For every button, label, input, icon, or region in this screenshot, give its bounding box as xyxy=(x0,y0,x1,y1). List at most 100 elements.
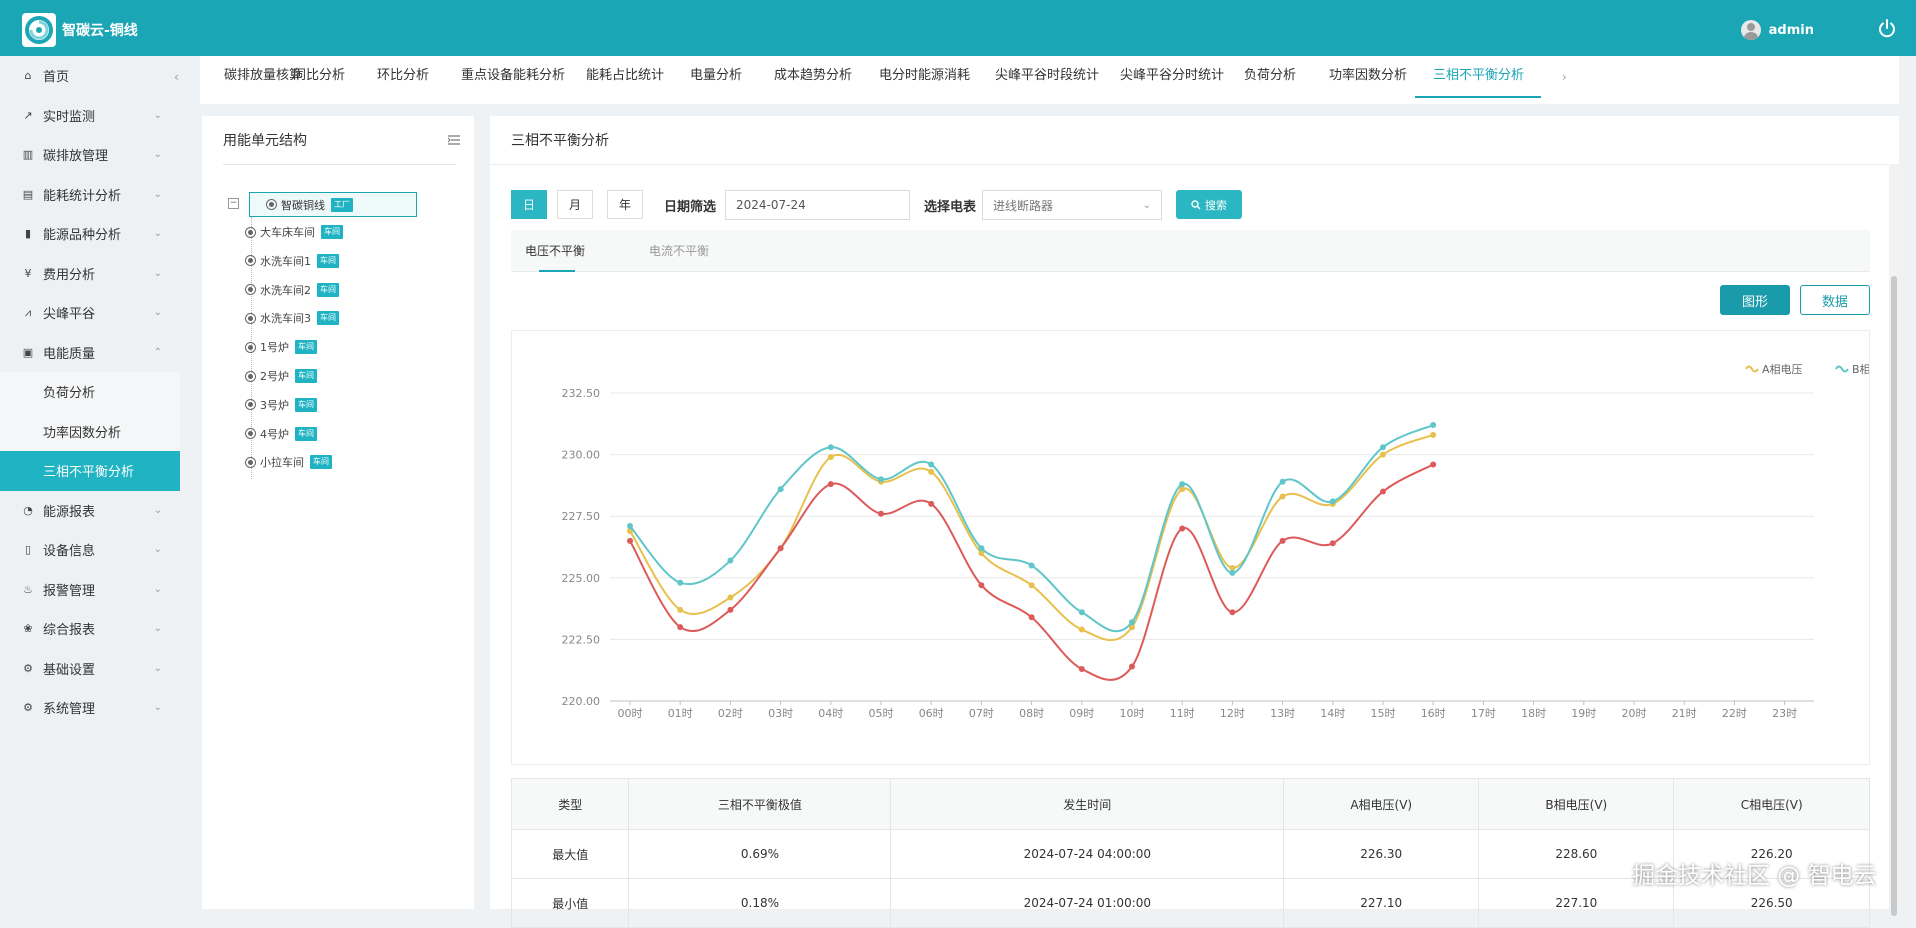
data-point xyxy=(777,545,784,552)
sidebar-item-label: 费用分析 xyxy=(43,267,96,283)
period-year-button[interactable]: 年 xyxy=(607,190,643,219)
sidebar-subitem-1[interactable]: 负荷分析 xyxy=(0,372,180,412)
search-button[interactable]: 搜索 xyxy=(1176,190,1242,219)
data-point xyxy=(727,594,734,601)
sidebar-item-8[interactable]: ▣ 电能质量 ⌃ xyxy=(0,333,180,373)
x-tick-label: 04时 xyxy=(818,707,843,720)
data-view-button[interactable]: 数据 xyxy=(1800,285,1870,315)
tab-10[interactable]: 尖峰平谷分时统计 xyxy=(1120,56,1224,104)
period-month-button[interactable]: 月 xyxy=(557,190,593,219)
x-tick-label: 07时 xyxy=(969,707,994,720)
chart-view-button[interactable]: 图形 xyxy=(1720,285,1790,315)
stats-icon: ▤ xyxy=(22,187,34,201)
scrollbar[interactable] xyxy=(1889,164,1899,916)
tree-node[interactable]: 大车床车间 车间 xyxy=(245,224,343,240)
data-point xyxy=(1430,431,1437,438)
sidebar-item-4[interactable]: ▤ 能耗统计分析 ⌄ xyxy=(0,175,180,215)
data-point xyxy=(727,557,734,564)
sidebar-subitem-2[interactable]: 功率因数分析 xyxy=(0,411,180,451)
table-cell: 2024-07-24 01:00:00 xyxy=(890,878,1285,928)
tree-node[interactable]: 水洗车间1 车间 xyxy=(245,253,339,269)
tab-4[interactable]: 重点设备能耗分析 xyxy=(461,56,565,104)
tab-8[interactable]: 电分时能源消耗 xyxy=(879,56,970,104)
tab-voltage-imbalance[interactable]: 电压不平衡 xyxy=(525,242,585,259)
sidebar-item-3[interactable]: ▥ 碳排放管理 ⌄ xyxy=(0,135,180,175)
x-tick-label: 06时 xyxy=(919,707,944,720)
sidebar-item-5[interactable]: ⚙ 基础设置 ⌄ xyxy=(0,649,180,689)
data-point xyxy=(1028,614,1035,621)
legend-swatch xyxy=(1835,365,1849,373)
tab-12[interactable]: 功率因数分析 xyxy=(1329,56,1407,104)
scrollbar-thumb[interactable] xyxy=(1891,276,1897,916)
tab-7[interactable]: 成本趋势分析 xyxy=(774,56,852,104)
tree-node[interactable]: 小拉车间 车间 xyxy=(245,454,332,470)
tab-6[interactable]: 电量分析 xyxy=(690,56,742,104)
sidebar-item-label: 能源报表 xyxy=(43,504,96,520)
data-point xyxy=(827,481,834,488)
date-input[interactable]: 2024-07-24 xyxy=(725,190,910,220)
extreme-values-table: 类型 三相不平衡极值 发生时间 A相电压(V) B相电压(V) C相电压(V) 最大值 0.… xyxy=(510,778,1870,928)
alarm-icon: ♨ xyxy=(23,582,33,596)
main-panel: 三相不平衡分析 日 月 年 日期筛选 2024-07-24 选择电表 进线断路器… xyxy=(490,116,1899,928)
sidebar-item-2[interactable]: ▯ 设备信息 ⌄ xyxy=(0,530,180,570)
collapse-menu-icon[interactable] xyxy=(447,134,460,145)
user-menu[interactable]: admin xyxy=(1740,20,1814,40)
data-point xyxy=(727,606,734,613)
tab-current-imbalance[interactable]: 电流不平衡 xyxy=(649,242,709,259)
node-type-badge: 车间 xyxy=(310,455,332,470)
top-header: 智碳云-铜线 admin xyxy=(0,0,1916,56)
tab-11[interactable]: 负荷分析 xyxy=(1244,56,1296,104)
node-type-badge: 车间 xyxy=(295,397,317,412)
sidebar-item-6[interactable]: ⚙ 系统管理 ⌄ xyxy=(0,688,180,728)
x-tick-label: 18时 xyxy=(1521,707,1546,720)
tree-root-node[interactable]: 智碳铜线 工厂 xyxy=(249,192,417,217)
tab-5[interactable]: 能耗占比统计 xyxy=(586,56,664,104)
tab-scroll-left-icon[interactable]: ‹ xyxy=(174,70,179,84)
sidebar-item-5[interactable]: ▮ 能源品种分析 ⌄ xyxy=(0,214,180,254)
chevron-down-icon: ⌄ xyxy=(153,623,162,634)
chevron-down-icon: ⌄ xyxy=(153,228,162,239)
tree-node[interactable]: 水洗车间3 车间 xyxy=(245,310,339,326)
x-tick-label: 11时 xyxy=(1170,707,1195,720)
sidebar-item-7[interactable]: ⩘ 尖峰平谷 ⌄ xyxy=(0,293,180,333)
tab-scroll-right-icon[interactable]: › xyxy=(1562,70,1567,84)
chevron-down-icon: ⌄ xyxy=(153,109,162,121)
sidebar-subitem-3[interactable]: 三相不平衡分析 xyxy=(0,451,180,491)
x-tick-label: 09时 xyxy=(1069,707,1094,720)
chevron-down-icon: ⌄ xyxy=(153,544,162,555)
date-filter-label: 日期筛选 xyxy=(664,200,717,215)
x-tick-label: 02时 xyxy=(718,707,743,720)
sidebar-item-label: 设备信息 xyxy=(43,544,96,560)
data-point xyxy=(1279,478,1286,485)
divider xyxy=(490,164,1899,165)
sidebar-item-4[interactable]: ❀ 综合报表 ⌄ xyxy=(0,609,180,649)
sidebar-item-label: 碳排放管理 xyxy=(43,149,109,165)
data-point xyxy=(1179,481,1186,488)
power-icon[interactable] xyxy=(1876,18,1898,40)
gear-icon: ⚙ xyxy=(23,701,33,715)
sidebar: ⌂ 首页 ↗ 实时监测 ⌄ ▥ 碳排放管理 ⌄ ▤ 能耗统计分析 ⌄ ▮ 能源品种分析 ⌄ ¥ 费用分析 ⌄ ⩘ 尖… xyxy=(0,56,180,909)
tab-1[interactable]: 碳排放量核算 xyxy=(224,56,302,104)
tree-node[interactable]: 2号炉 车间 xyxy=(245,368,317,384)
line-chart: 220.00 222.50 225.00 227.50 230.00 232.50 00时 0… xyxy=(562,363,1870,720)
tree-collapse-toggle[interactable]: − xyxy=(228,198,239,209)
data-point xyxy=(1279,537,1286,544)
sidebar-item-1[interactable]: ◔ 能源报表 ⌄ xyxy=(0,491,180,531)
tab-3[interactable]: 环比分析 xyxy=(377,56,429,104)
meter-select[interactable]: 进线断路器 ⌄ xyxy=(982,190,1162,220)
period-day-button[interactable]: 日 xyxy=(511,190,547,219)
sidebar-item-label: 基础设置 xyxy=(43,662,96,678)
tree-node[interactable]: 4号炉 车间 xyxy=(245,426,317,442)
sidebar-item-3[interactable]: ♨ 报警管理 ⌄ xyxy=(0,570,180,610)
tree-node[interactable]: 水洗车间2 车间 xyxy=(245,282,339,298)
sidebar-item-2[interactable]: ↗ 实时监测 ⌄ xyxy=(0,96,180,136)
data-point xyxy=(978,582,985,589)
tab-9[interactable]: 尖峰平谷时段统计 xyxy=(995,56,1099,104)
tab-2[interactable]: 同比分析 xyxy=(293,56,345,104)
node-icon xyxy=(245,456,256,468)
series-line-2 xyxy=(629,424,1434,633)
sidebar-item-6[interactable]: ¥ 费用分析 ⌄ xyxy=(0,254,180,294)
tree-node[interactable]: 3号炉 车间 xyxy=(245,397,317,413)
tree-node[interactable]: 1号炉 车间 xyxy=(245,339,317,355)
sidebar-item-1[interactable]: ⌂ 首页 xyxy=(0,56,180,96)
